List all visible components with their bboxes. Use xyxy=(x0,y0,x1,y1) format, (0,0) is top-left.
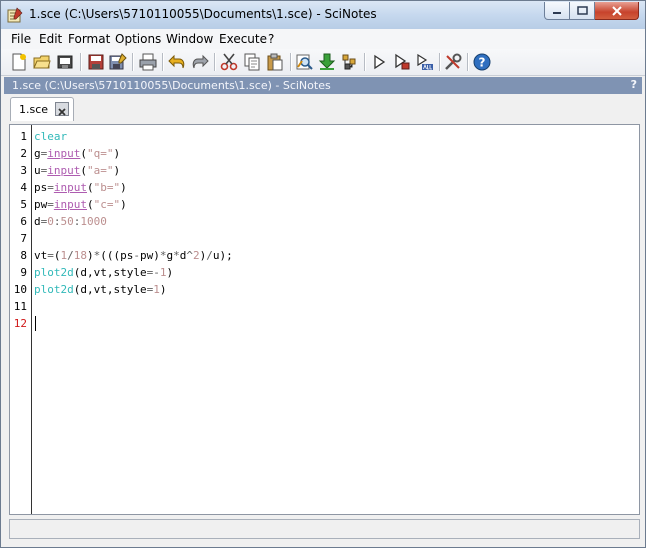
open-recent-icon[interactable] xyxy=(56,53,74,71)
close-icon xyxy=(611,5,622,16)
maximize-button[interactable] xyxy=(570,2,595,20)
close-button[interactable] xyxy=(595,2,639,20)
maximize-icon xyxy=(576,6,588,15)
line-number: 6 xyxy=(20,215,27,228)
code-line-2: g=input("q=") xyxy=(34,147,121,160)
line-number: 9 xyxy=(20,266,27,279)
editor-path-text: 1.sce (C:\Users\5710110055\Documents\1.s… xyxy=(12,79,331,92)
execute-with-echo-icon[interactable] xyxy=(393,53,411,71)
minimize-icon xyxy=(553,11,561,14)
menu-options[interactable]: Options xyxy=(115,32,161,46)
tab-1-sce[interactable]: 1.sce xyxy=(10,97,74,121)
line-number-gutter: 1 2 3 4 5 6 7 8 9 10 11 12 xyxy=(10,125,32,514)
code-line-3: u=input("a=") xyxy=(34,164,121,177)
svg-text:?: ? xyxy=(479,56,486,70)
paste-icon[interactable] xyxy=(266,53,284,71)
line-number: 11 xyxy=(13,300,27,313)
redo-icon[interactable] xyxy=(191,53,209,71)
find-replace-icon[interactable] xyxy=(295,53,313,71)
print-icon[interactable] xyxy=(139,53,157,71)
line-number: 3 xyxy=(20,164,27,177)
save-as-icon[interactable] xyxy=(109,53,127,71)
code-line-6: d=0:50:1000 xyxy=(34,215,107,228)
toolbar: ? xyxy=(1,49,645,76)
code-line-5: pw=input("c=") xyxy=(34,198,127,211)
line-number: 4 xyxy=(20,181,27,194)
menu-format[interactable]: Format xyxy=(68,32,110,46)
code-line-8: vt=(1/18)*(((ps-pw)*g*d^2)/u); xyxy=(34,249,233,262)
minimize-button[interactable] xyxy=(544,2,570,20)
scinotes-app-icon xyxy=(7,7,23,23)
execute-all-icon[interactable] xyxy=(416,53,434,71)
line-number: 1 xyxy=(20,130,27,143)
help-icon[interactable]: ? xyxy=(473,53,491,71)
save-icon[interactable] xyxy=(87,53,105,71)
undo-icon[interactable] xyxy=(168,53,186,71)
code-line-4: ps=input("b=") xyxy=(34,181,127,194)
code-line-10: plot2d(d,vt,style=1) xyxy=(34,283,167,296)
code-line-1: clear xyxy=(34,130,68,143)
menu-execute[interactable]: Execute xyxy=(219,32,267,46)
title-bar[interactable]: 1.sce (C:\Users\5710110055\Documents\1.s… xyxy=(1,1,645,29)
open-file-icon[interactable] xyxy=(33,53,51,71)
menu-file[interactable]: File xyxy=(11,32,31,46)
tab-label: 1.sce xyxy=(19,103,49,116)
line-number: 10 xyxy=(13,283,27,296)
menu-window[interactable]: Window xyxy=(166,32,213,46)
execute-icon[interactable] xyxy=(370,53,388,71)
execute-options-icon[interactable] xyxy=(341,53,359,71)
code-editor[interactable]: 1 2 3 4 5 6 7 8 9 10 11 12 clear g=input… xyxy=(9,124,640,515)
current-line-number: 12 xyxy=(13,317,27,330)
new-file-icon[interactable] xyxy=(10,53,28,71)
line-number: 8 xyxy=(20,249,27,262)
tab-close-icon[interactable] xyxy=(55,102,69,116)
code-area[interactable]: clear g=input("q=") u=input("a=") ps=inp… xyxy=(34,125,639,514)
status-bar xyxy=(9,519,640,539)
path-bar-help-icon[interactable]: ? xyxy=(631,78,637,91)
code-line-9: plot2d(d,vt,style=-1) xyxy=(34,266,174,279)
line-number: 5 xyxy=(20,198,27,211)
menu-edit[interactable]: Edit xyxy=(39,32,62,46)
text-cursor xyxy=(35,316,36,331)
line-number: 7 xyxy=(20,232,27,245)
scinotes-window: 1.sce (C:\Users\5710110055\Documents\1.s… xyxy=(0,0,646,548)
copy-icon[interactable] xyxy=(243,53,261,71)
menu-help[interactable]: ? xyxy=(268,32,274,46)
preferences-icon[interactable] xyxy=(444,53,462,71)
tab-strip: 1.sce xyxy=(4,95,642,123)
cut-icon[interactable] xyxy=(220,53,238,71)
menu-bar: File Edit Format Options Window Execute … xyxy=(1,29,645,50)
load-execute-icon[interactable] xyxy=(318,53,336,71)
window-title: 1.sce (C:\Users\5710110055\Documents\1.s… xyxy=(29,7,377,21)
editor-path-bar: 1.sce (C:\Users\5710110055\Documents\1.s… xyxy=(4,77,642,94)
line-number: 2 xyxy=(20,147,27,160)
